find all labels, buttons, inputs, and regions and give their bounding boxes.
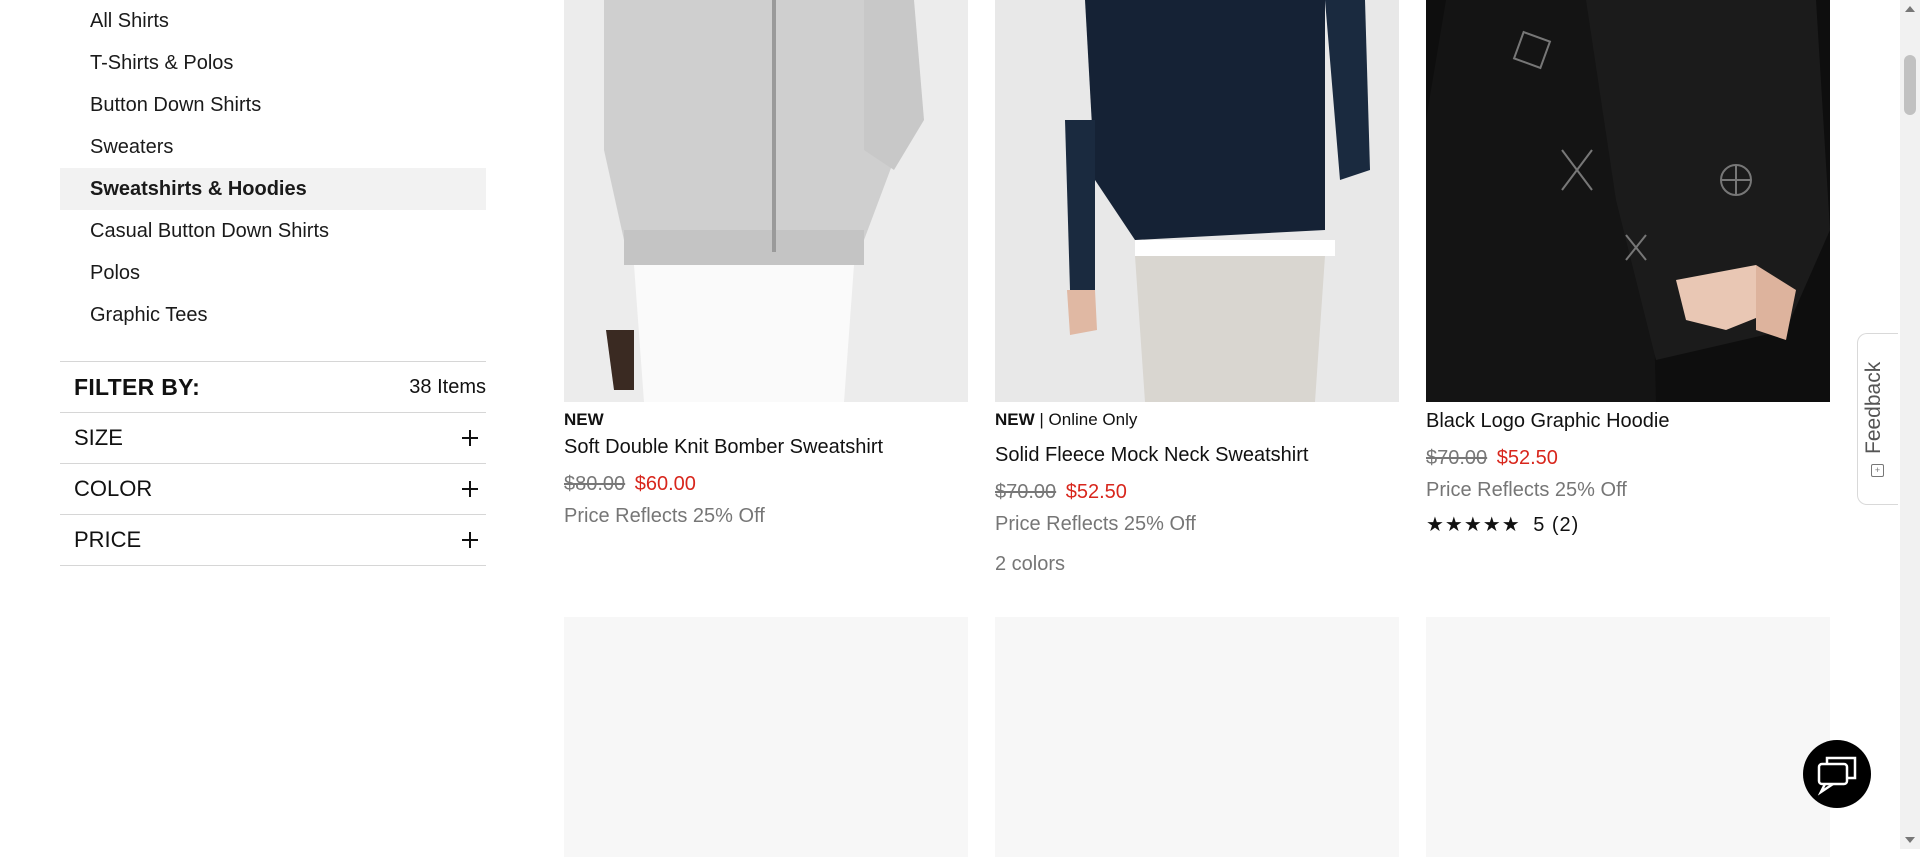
product-image-placeholder[interactable] xyxy=(1426,617,1830,857)
product-name[interactable]: Solid Fleece Mock Neck Sweatshirt xyxy=(995,444,1399,467)
item-count: 38 Items xyxy=(409,375,486,398)
discount-note: Price Reflects 25% Off xyxy=(564,505,765,527)
new-badge: NEW | Online Only xyxy=(995,410,1399,430)
feedback-tab[interactable]: Feedback + xyxy=(1857,333,1898,505)
category-sidebar: All Shirts T-Shirts & Polos Button Down … xyxy=(60,0,486,336)
facet-color[interactable]: COLOR xyxy=(60,464,486,515)
category-sweatshirts-hoodies[interactable]: Sweatshirts & Hoodies xyxy=(60,168,486,210)
product-name[interactable]: Black Logo Graphic Hoodie xyxy=(1426,410,1830,433)
product-image[interactable] xyxy=(564,0,968,402)
sale-price: $60.00 xyxy=(634,473,696,495)
product-image[interactable] xyxy=(995,0,1399,402)
category-all-shirts[interactable]: All Shirts xyxy=(60,0,486,42)
filter-title: FILTER BY: xyxy=(74,373,201,400)
plus-icon xyxy=(462,430,478,446)
facet-price-label: PRICE xyxy=(74,527,142,552)
plus-icon xyxy=(462,481,478,497)
page-scrollbar[interactable] xyxy=(1900,0,1920,849)
product-info: NEW | Online Only Solid Fleece Mock Neck… xyxy=(995,410,1399,576)
product-name[interactable]: Soft Double Knit Bomber Sweatshirt xyxy=(564,436,968,459)
rating[interactable]: ★★★★★ 5 (2) xyxy=(1426,512,1830,537)
product-image[interactable] xyxy=(1426,0,1830,402)
product-image-placeholder[interactable] xyxy=(995,617,1399,857)
facet-size-label: SIZE xyxy=(74,425,123,450)
rating-value: 5 (2) xyxy=(1533,514,1580,536)
product-image-placeholder[interactable] xyxy=(564,617,968,857)
flag-text: NEW xyxy=(995,410,1035,429)
sale-price: $52.50 xyxy=(1496,447,1558,469)
online-only-label: | Online Only xyxy=(1034,410,1138,429)
category-button-down-shirts[interactable]: Button Down Shirts xyxy=(60,84,486,126)
original-price: $70.00 xyxy=(995,481,1057,503)
plus-icon xyxy=(462,532,478,548)
facet-price[interactable]: PRICE xyxy=(60,515,486,566)
feedback-icon: + xyxy=(1871,464,1884,477)
feedback-label: Feedback xyxy=(1862,361,1885,454)
product-prices: $70.00 $52.50 xyxy=(995,481,1399,504)
chat-button[interactable] xyxy=(1803,740,1871,808)
discount-note: Price Reflects 25% Off xyxy=(995,513,1196,535)
facet-color-label: COLOR xyxy=(74,476,153,501)
facet-size[interactable]: SIZE xyxy=(60,413,486,464)
scroll-down-icon[interactable] xyxy=(1905,837,1915,843)
product-prices: $70.00 $52.50 xyxy=(1426,447,1830,470)
color-count[interactable]: 2 colors xyxy=(995,553,1399,576)
product-info: NEW Soft Double Knit Bomber Sweatshirt $… xyxy=(564,410,968,528)
scroll-thumb[interactable] xyxy=(1904,55,1916,115)
category-graphic-tees[interactable]: Graphic Tees xyxy=(60,294,486,336)
category-tshirts-polos[interactable]: T-Shirts & Polos xyxy=(60,42,486,84)
product-prices: $80.00 $60.00 xyxy=(564,473,968,496)
filter-header: FILTER BY: 38 Items xyxy=(60,362,486,413)
category-polos[interactable]: Polos xyxy=(60,252,486,294)
original-price: $70.00 xyxy=(1426,447,1488,469)
sale-price: $52.50 xyxy=(1065,481,1127,503)
chat-bubbles-icon xyxy=(1817,756,1857,796)
flag-text: NEW xyxy=(564,410,604,429)
category-casual-button-down-shirts[interactable]: Casual Button Down Shirts xyxy=(60,210,486,252)
filter-panel: FILTER BY: 38 Items SIZE COLOR PRICE xyxy=(60,361,486,566)
star-icon: ★★★★★ xyxy=(1426,514,1521,536)
discount-note: Price Reflects 25% Off xyxy=(1426,479,1627,501)
scroll-up-icon[interactable] xyxy=(1905,6,1915,12)
new-badge: NEW xyxy=(564,410,968,430)
original-price: $80.00 xyxy=(564,473,626,495)
category-sweaters[interactable]: Sweaters xyxy=(60,126,486,168)
product-info: Black Logo Graphic Hoodie $70.00 $52.50 … xyxy=(1426,410,1830,537)
